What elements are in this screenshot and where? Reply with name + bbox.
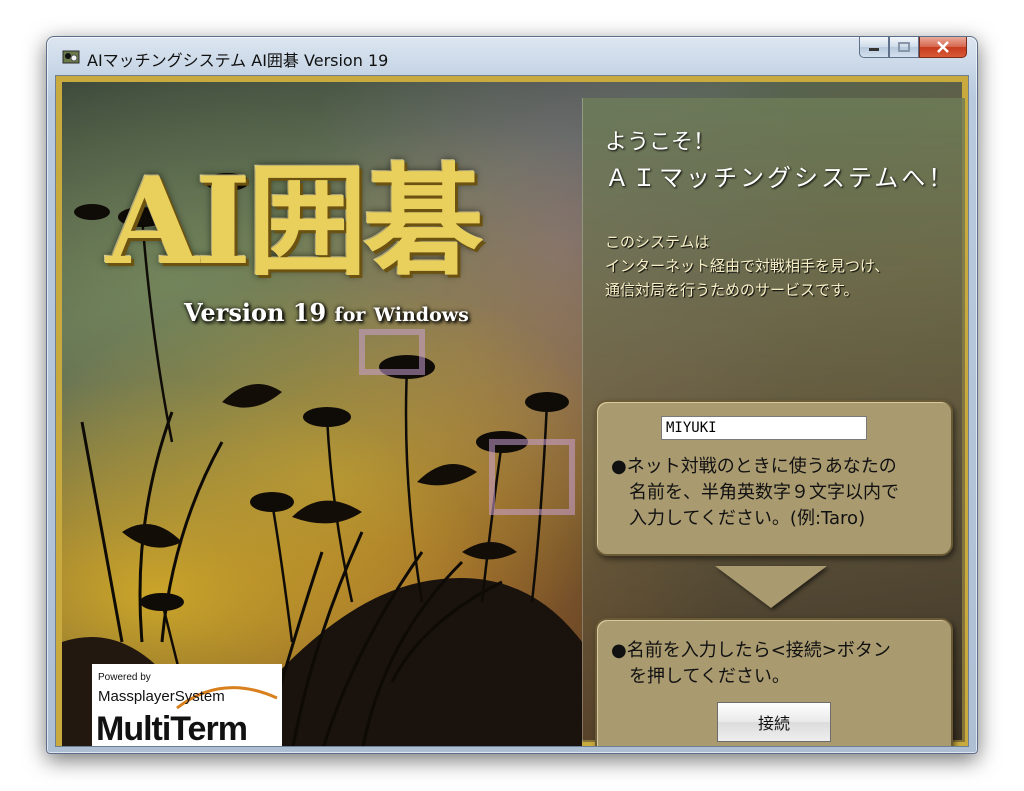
app-window: AIマッチングシステム AI囲碁 Version 19 AI囲碁 Version… bbox=[46, 36, 978, 754]
desc-line: このシステムは bbox=[605, 233, 710, 251]
instruction-line: ●ネット対戦のときに使うあなたの bbox=[611, 456, 897, 477]
name-instructions: ●ネット対戦のときに使うあなたの 名前を、半角英数字９文字以内で 入力してくださ… bbox=[611, 454, 899, 532]
window-title: AIマッチングシステム AI囲碁 Version 19 bbox=[87, 51, 389, 70]
multiterm-text: MultiTerm bbox=[96, 710, 248, 747]
desc-line: インターネット経由で対戦相手を見つけ、 bbox=[605, 257, 890, 275]
instruction-line: 入力してください。(例:Taro) bbox=[629, 508, 866, 529]
player-name-input[interactable] bbox=[661, 416, 867, 440]
instruction-line: ●名前を入力したら<接続>ボタン bbox=[611, 640, 891, 661]
client-area: AI囲碁 Version 19 for Windows Powered by M… bbox=[55, 75, 969, 747]
logo-for: for bbox=[334, 304, 366, 326]
massplayer-text: MassplayerSystem bbox=[98, 688, 225, 705]
multiterm-logo: Powered by MassplayerSystem MultiTerm bbox=[92, 664, 282, 747]
maximize-button[interactable] bbox=[889, 37, 919, 58]
welcome-heading: ようこそ！ bbox=[605, 130, 716, 155]
minimize-icon bbox=[869, 48, 879, 51]
connect-instructions: ●名前を入力したら<接続>ボタン を押してください。 bbox=[611, 638, 891, 690]
desc-line: 通信対局を行うためのサービスです。 bbox=[605, 281, 859, 299]
connect-box: ●名前を入力したら<接続>ボタン を押してください。 接続 bbox=[595, 618, 953, 746]
close-button[interactable] bbox=[919, 37, 967, 58]
maximize-icon bbox=[898, 42, 910, 52]
logo-windows: Windows bbox=[373, 304, 469, 326]
close-icon bbox=[937, 41, 949, 53]
instruction-line: を押してください。 bbox=[629, 666, 790, 687]
connect-button[interactable]: 接続 bbox=[717, 702, 831, 742]
go-board-app-icon bbox=[62, 50, 80, 64]
logo-subtitle: Version 19 for Windows bbox=[184, 298, 469, 327]
powered-by-text: Powered by bbox=[98, 672, 151, 683]
title-bar[interactable]: AIマッチングシステム AI囲碁 Version 19 bbox=[47, 37, 977, 75]
background-artwork: AI囲碁 Version 19 for Windows Powered by M… bbox=[56, 76, 968, 746]
instruction-line: 名前を、半角英数字９文字以内で bbox=[629, 482, 899, 503]
caption-buttons bbox=[859, 37, 967, 59]
system-description: このシステムは インターネット経由で対戦相手を見つけ、 通信対局を行うためのサー… bbox=[605, 230, 889, 302]
welcome-subheading: ＡＩマッチングシステムへ！ bbox=[605, 164, 956, 192]
name-entry-box: ●ネット対戦のときに使うあなたの 名前を、半角英数字９文字以内で 入力してくださ… bbox=[595, 400, 953, 556]
down-arrow-icon bbox=[715, 566, 827, 608]
logo-version: Version 19 bbox=[184, 298, 327, 327]
logo-title: AI囲碁 bbox=[106, 151, 483, 292]
login-panel: ようこそ！ ＡＩマッチングシステムへ！ このシステムは インターネット経由で対戦… bbox=[582, 98, 965, 746]
minimize-button[interactable] bbox=[859, 37, 889, 58]
